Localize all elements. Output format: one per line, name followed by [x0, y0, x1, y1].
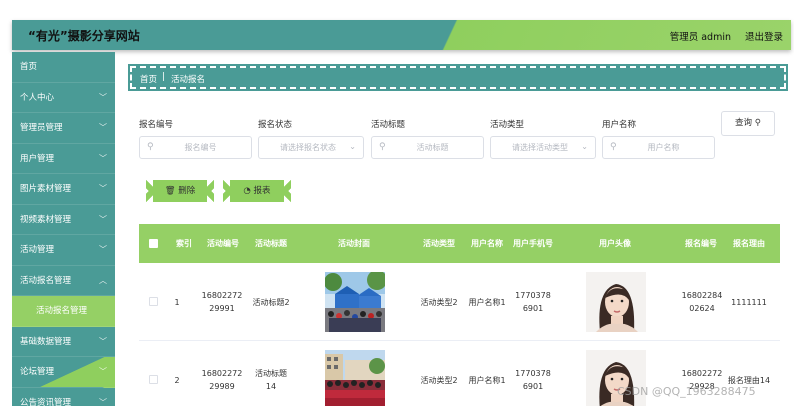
cell-activity-type: 活动类型2: [420, 375, 458, 385]
user-name-placeholder: 用户名称: [647, 143, 680, 152]
col-user-phone: 用户手机号: [513, 239, 553, 248]
cell-activity-title: 活动标题2: [252, 297, 290, 307]
chevron-down-icon: ﹀: [99, 336, 107, 346]
logout-link[interactable]: 退出登录: [745, 29, 783, 43]
cell-activity-cover: [324, 341, 385, 406]
delete-button[interactable]: 🗑 删除: [146, 177, 214, 205]
filter-label-signup-no: 报名编号: [139, 120, 174, 130]
chevron-down-icon: ⌄: [581, 142, 588, 151]
chevron-up-icon: ︿: [99, 275, 107, 285]
signup-status-select[interactable]: 请选择报名状态 ⌄: [258, 136, 364, 159]
activity-type-select[interactable]: 请选择活动类型 ⌄: [490, 136, 596, 159]
select-all-checkbox[interactable]: [149, 239, 158, 248]
cell-activity-no: 1680227229989: [201, 369, 243, 391]
col-user-avatar: 用户头像: [599, 239, 631, 248]
sidebar-item-activity-management[interactable]: 活动管理 ﹀: [12, 235, 115, 266]
sidebar-item-video-material[interactable]: 视频素材管理 ﹀: [12, 205, 115, 235]
breadcrumb-current: 活动报名: [171, 75, 206, 85]
col-index: 索引: [176, 239, 192, 248]
chevron-down-icon: ⌄: [349, 142, 356, 151]
table-row[interactable]: 1 1680227229991 活动标题2 活动类型2 用户名称1 177037…: [139, 263, 780, 341]
col-activity-type: 活动类型: [423, 239, 455, 248]
cell-index: 2: [174, 375, 180, 385]
sidebar-item-basic-data[interactable]: 基础数据管理 ﹀: [12, 327, 115, 357]
col-activity-no: 活动编号: [207, 239, 239, 248]
sidebar-item-admin-management[interactable]: 管理员管理 ﹀: [12, 113, 115, 144]
cell-activity-title: 活动标题14: [255, 369, 287, 391]
cell-index: 1: [174, 297, 180, 307]
cell-user-phone: 17703786901: [515, 291, 551, 313]
filter-label-activity-title: 活动标题: [371, 120, 406, 130]
row-checkbox[interactable]: [149, 375, 158, 384]
chevron-down-icon: ﹀: [99, 123, 107, 132]
chevron-down-icon: ﹀: [99, 92, 107, 102]
chevron-down-icon: ﹀: [99, 184, 107, 193]
admin-label: 管理员 admin: [669, 32, 731, 43]
filter-label-signup-status: 报名状态: [258, 120, 293, 130]
cell-activity-type: 活动类型2: [420, 297, 458, 307]
sidebar-subitem-signup-management[interactable]: 活动报名管理: [12, 296, 115, 327]
chevron-down-icon: ﹀: [99, 367, 107, 376]
site-title: “有光”摄影分享网站: [28, 29, 140, 43]
chevron-down-icon: ﹀: [99, 245, 107, 254]
trash-icon: 🗑: [164, 186, 176, 196]
chevron-down-icon: ﹀: [99, 397, 107, 406]
cell-user-phone: 17703786901: [515, 369, 551, 391]
activity-title-input[interactable]: ⚲ 活动标题: [371, 136, 484, 159]
col-activity-cover: 活动封面: [338, 239, 370, 248]
breadcrumb: 首页 | 活动报名: [128, 64, 788, 91]
search-icon: ⚲: [754, 118, 761, 128]
signup-status-placeholder: 请选择报名状态: [280, 143, 336, 152]
activity-cover-image[interactable]: [324, 272, 385, 332]
sidebar-item-announcements[interactable]: 公告资讯管理 ﹀: [12, 388, 115, 406]
pie-chart-icon: ◔: [243, 186, 251, 196]
sidebar-item-image-material[interactable]: 图片素材管理 ﹀: [12, 174, 115, 205]
col-activity-title: 活动标题: [255, 239, 287, 248]
col-signup-reason: 报名理由: [733, 239, 765, 248]
cell-activity-cover: [324, 263, 385, 341]
activity-type-placeholder: 请选择活动类型: [512, 143, 568, 152]
top-header: “有光”摄影分享网站 管理员 admin 退出登录: [12, 20, 791, 50]
filter-label-user-name: 用户名称: [602, 120, 637, 130]
activity-title-placeholder: 活动标题: [416, 143, 449, 152]
sidebar: 首页 个人中心 ﹀ 管理员管理 ﹀ 用户管理 ﹀ 图片素材管理 ﹀ 视频素材管理 ﹀ 活动…: [12, 52, 115, 406]
cell-signup-reason: 1111111: [731, 297, 767, 307]
watermark: CSDN @QQ_1963288475: [617, 385, 756, 398]
filter-label-activity-type: 活动类型: [490, 120, 525, 130]
sidebar-item-forum[interactable]: 论坛管理 ﹀: [12, 357, 115, 388]
col-signup-no: 报名编号: [685, 239, 717, 248]
chevron-down-icon: ﹀: [99, 214, 107, 224]
user-name-input[interactable]: ⚲ 用户名称: [602, 136, 715, 159]
report-button[interactable]: ◔ 报表: [223, 177, 291, 205]
signup-no-placeholder: 报名编号: [184, 143, 217, 152]
activity-cover-image[interactable]: [324, 350, 385, 406]
breadcrumb-home[interactable]: 首页: [140, 73, 157, 85]
cell-user-avatar: [585, 263, 647, 341]
sidebar-item-home[interactable]: 首页: [12, 52, 115, 83]
row-checkbox[interactable]: [149, 297, 158, 306]
cell-activity-no: 1680227229991: [201, 291, 243, 313]
sidebar-item-signup-management[interactable]: 活动报名管理 ︿: [12, 266, 115, 296]
table-header: 索引 活动编号 活动标题 活动封面 活动类型 用户名称 用户手机号 用户头像 报…: [139, 224, 780, 263]
chevron-down-icon: ﹀: [99, 153, 107, 163]
sidebar-item-user-management[interactable]: 用户管理 ﹀: [12, 144, 115, 174]
col-user-name: 用户名称: [471, 239, 503, 248]
breadcrumb-separator: |: [162, 72, 166, 82]
signup-no-input[interactable]: ⚲ 报名编号: [139, 136, 252, 159]
cell-user-name: 用户名称1: [468, 375, 506, 385]
query-button[interactable]: 查询 ⚲: [721, 111, 775, 136]
cell-signup-no: 1680228402624: [681, 291, 723, 313]
sidebar-item-personal-center[interactable]: 个人中心 ﹀: [12, 83, 115, 113]
user-avatar-image[interactable]: [586, 272, 646, 332]
cell-user-name: 用户名称1: [468, 297, 506, 307]
